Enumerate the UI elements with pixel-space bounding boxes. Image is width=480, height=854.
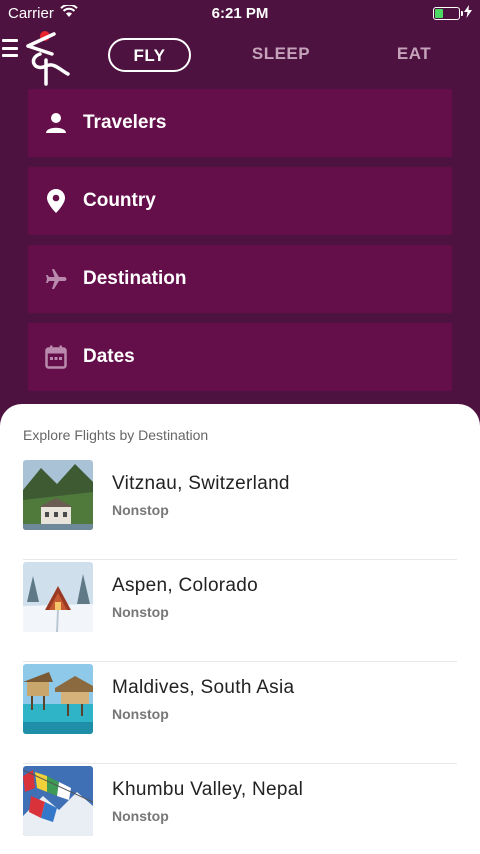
destination-name: Maldives, South Asia: [112, 677, 295, 698]
hamburger-menu-icon[interactable]: [2, 39, 18, 57]
destination-item-maldives[interactable]: Maldives, South Asia Nonstop: [23, 662, 457, 764]
destination-subtitle: Nonstop: [112, 502, 169, 518]
tab-eat[interactable]: EAT: [388, 38, 440, 72]
search-fields: Travelers Country Destination Dates: [28, 89, 452, 401]
status-right: [433, 4, 472, 22]
destination-item-khumbu[interactable]: Khumbu Valley, Nepal Nonstop: [23, 764, 457, 854]
maldives-thumbnail: [23, 664, 93, 734]
destination-subtitle: Nonstop: [112, 706, 169, 722]
wifi-icon: [60, 3, 78, 22]
dates-field[interactable]: Dates: [28, 323, 452, 391]
destination-list: Vitznau, Switzerland Nonstop Aspen, Colo…: [23, 458, 457, 854]
travelers-field[interactable]: Travelers: [28, 89, 452, 157]
status-left: Carrier: [8, 3, 78, 22]
country-label: Country: [83, 190, 156, 211]
destination-subtitle: Nonstop: [112, 604, 169, 620]
explore-sheet[interactable]: Explore Flights by Destination Vitznau, …: [0, 404, 480, 854]
charging-icon: [464, 4, 472, 22]
person-icon: [44, 111, 68, 135]
status-bar: Carrier 6:21 PM: [0, 0, 480, 26]
destination-subtitle: Nonstop: [112, 808, 169, 824]
travelers-label: Travelers: [83, 112, 167, 133]
destination-name: Vitznau, Switzerland: [112, 473, 290, 494]
top-nav: FLY SLEEP EAT: [0, 30, 480, 86]
destination-label: Destination: [83, 268, 187, 289]
destination-name: Khumbu Valley, Nepal: [112, 779, 304, 800]
destination-field[interactable]: Destination: [28, 245, 452, 313]
tab-fly[interactable]: FLY: [108, 38, 191, 72]
destination-name: Aspen, Colorado: [112, 575, 259, 596]
location-pin-icon: [44, 189, 68, 213]
country-field[interactable]: Country: [28, 167, 452, 235]
dates-label: Dates: [83, 346, 135, 367]
airplane-icon: [44, 267, 68, 291]
aspen-thumbnail: [23, 562, 93, 632]
tab-sleep[interactable]: SLEEP: [246, 38, 316, 72]
carrier-label: Carrier: [8, 4, 54, 22]
calendar-icon: [44, 345, 68, 369]
destination-item-vitznau[interactable]: Vitznau, Switzerland Nonstop: [23, 458, 457, 560]
vitznau-thumbnail: [23, 460, 93, 530]
khumbu-thumbnail: [23, 766, 93, 836]
battery-icon: [433, 6, 463, 20]
app-logo: [24, 30, 74, 86]
destination-item-aspen[interactable]: Aspen, Colorado Nonstop: [23, 560, 457, 662]
explore-title: Explore Flights by Destination: [23, 427, 209, 443]
